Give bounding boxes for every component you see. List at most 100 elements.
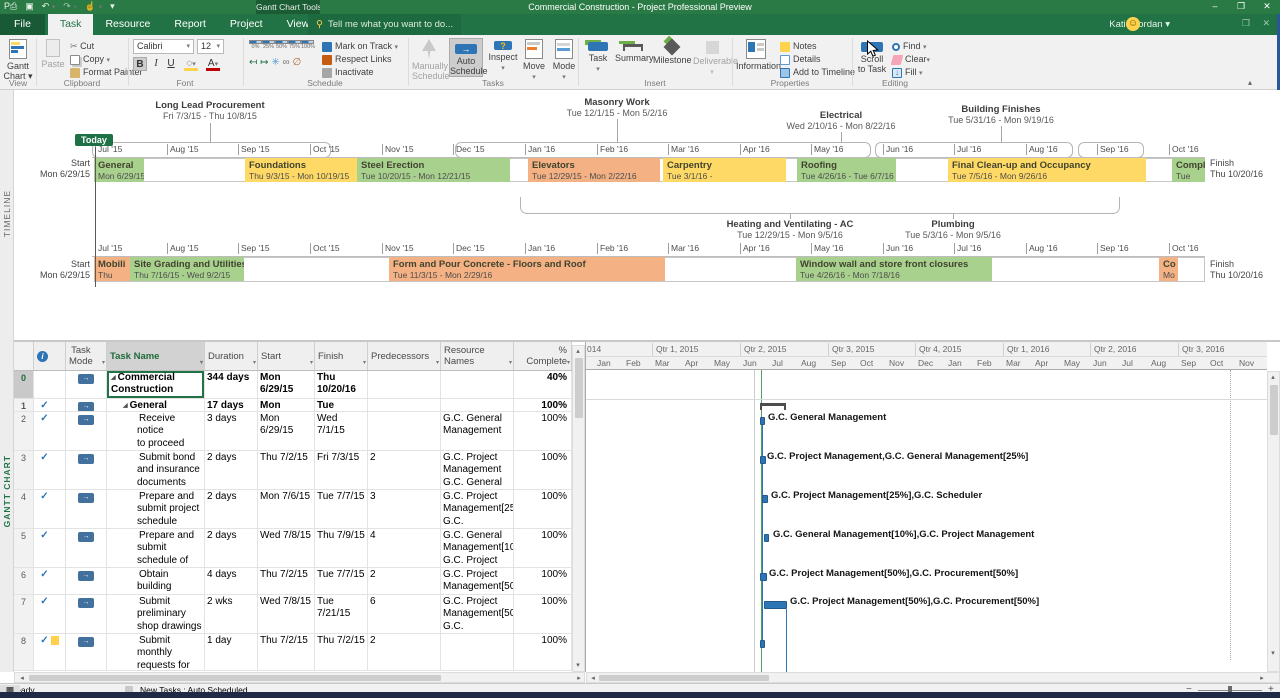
- row-number-cell[interactable]: 0: [14, 371, 34, 398]
- percent-complete-cell[interactable]: 100%: [514, 568, 572, 594]
- predecessors-cell[interactable]: 2: [368, 568, 441, 594]
- duration-cell[interactable]: 17 days: [205, 399, 258, 411]
- percent-complete-button[interactable]: 0%: [249, 40, 262, 50]
- indent-task-icon[interactable]: ↦: [260, 57, 268, 68]
- task-name-cell[interactable]: Prepare and submit project schedule: [107, 490, 205, 528]
- indicators-cell[interactable]: ✓: [34, 412, 66, 450]
- duration-cell[interactable]: 2 days: [205, 529, 258, 567]
- clear-button[interactable]: Clear▾: [892, 53, 930, 65]
- insert-deliverable-button[interactable]: Deliverable▾: [693, 38, 731, 78]
- header-resource-names[interactable]: Resource Names▾: [441, 342, 514, 370]
- details-button[interactable]: Details: [780, 53, 821, 65]
- scroll-right-icon[interactable]: ▸: [574, 674, 584, 683]
- duration-cell[interactable]: 344 days: [205, 371, 258, 398]
- inactivate-button[interactable]: Inactivate: [322, 66, 374, 78]
- header-indicators[interactable]: i: [34, 342, 66, 370]
- percent-complete-button[interactable]: 25%: [262, 40, 275, 50]
- timeline-callout[interactable]: Long Lead ProcurementFri 7/3/15 - Thu 10…: [90, 100, 330, 121]
- scroll-right-icon[interactable]: ▸: [1257, 674, 1267, 683]
- add-to-timeline-button[interactable]: Add to Timeline: [780, 66, 855, 78]
- gantt-task-bar[interactable]: [760, 417, 765, 425]
- restore-button[interactable]: ❐: [1228, 0, 1254, 13]
- save-icon[interactable]: ▣: [25, 1, 34, 12]
- split-task-icon[interactable]: ✳: [271, 57, 279, 68]
- header-task-mode[interactable]: Task Mode▾: [66, 342, 107, 370]
- task-name-cell[interactable]: ◢General Condition: [107, 399, 205, 411]
- finish-cell[interactable]: Tue 7/7/15: [315, 568, 368, 594]
- header-percent-complete[interactable]: % Complete▾: [514, 342, 572, 370]
- customize-qat-icon[interactable]: ▾: [110, 1, 115, 12]
- header-task-name[interactable]: Task Name▾: [107, 342, 205, 370]
- touch-mode-icon[interactable]: ☝ ▾: [85, 1, 102, 12]
- resource-names-cell[interactable]: G.C. General Management: [441, 412, 514, 450]
- predecessors-cell[interactable]: 2: [368, 634, 441, 670]
- task-mode-cell[interactable]: →: [66, 634, 107, 670]
- cut-button[interactable]: ✂ Cut: [70, 40, 94, 52]
- timeline-bar[interactable]: CarpentryTue 3/1/16 -: [663, 158, 786, 182]
- resource-names-cell[interactable]: G.C. General Management[10 G.C. Project: [441, 529, 514, 567]
- duration-cell[interactable]: 4 days: [205, 568, 258, 594]
- table-vertical-scrollbar[interactable]: ▴ ▾: [572, 345, 585, 672]
- predecessors-cell[interactable]: 2: [368, 451, 441, 489]
- duration-cell[interactable]: 2 days: [205, 451, 258, 489]
- unlink-tasks-icon[interactable]: ∅: [292, 57, 301, 68]
- duration-cell[interactable]: 3 days: [205, 412, 258, 450]
- scroll-left-icon[interactable]: ◂: [588, 674, 598, 683]
- row-number-cell[interactable]: 8: [14, 634, 34, 670]
- expand-triangle-icon[interactable]: ◢: [111, 375, 116, 381]
- outdent-task-icon[interactable]: ↤: [249, 57, 257, 68]
- timeline-bar[interactable]: Final Clean-up and OccupancyTue 7/5/16 -…: [948, 158, 1146, 182]
- row-number-cell[interactable]: 4: [14, 490, 34, 528]
- percent-complete-button[interactable]: 100%: [301, 40, 314, 50]
- resource-names-cell[interactable]: G.C. Project Management G.C. General: [441, 451, 514, 489]
- collapse-ribbon-icon[interactable]: ▴: [1248, 78, 1252, 87]
- header-predecessors[interactable]: Predecessors▾: [368, 342, 441, 370]
- auto-schedule-button[interactable]: →Auto Schedule: [449, 38, 483, 77]
- row-number-cell[interactable]: 6: [14, 568, 34, 594]
- timeline-bar[interactable]: CoMo: [1159, 257, 1178, 281]
- information-button[interactable]: Information: [736, 38, 776, 71]
- resource-names-cell[interactable]: G.C. Project Management[25 G.C. Schedule…: [441, 490, 514, 528]
- resource-names-cell[interactable]: G.C. Project Management[50: [441, 568, 514, 594]
- timeline-bar[interactable]: ElevatorsTue 12/29/15 - Mon 2/22/16: [528, 158, 660, 182]
- percent-complete-cell[interactable]: 40%: [514, 371, 572, 398]
- gantt-task-bar[interactable]: [764, 534, 769, 542]
- indicators-cell[interactable]: ✓: [34, 529, 66, 567]
- italic-button[interactable]: I: [149, 57, 163, 71]
- indicators-cell[interactable]: ✓: [34, 399, 66, 411]
- timeline-callout[interactable]: PlumbingTue 5/3/16 - Mon 9/5/16: [833, 219, 1073, 240]
- gantt-horizontal-scrollbar[interactable]: ◂ ▸: [586, 672, 1280, 683]
- percent-complete-cell[interactable]: 100%: [514, 451, 572, 489]
- resource-names-cell[interactable]: [441, 634, 514, 670]
- bold-button[interactable]: B: [133, 57, 147, 71]
- task-name-cell[interactable]: Prepare and submit schedule of: [107, 529, 205, 567]
- tell-me-box[interactable]: ⚲Tell me what you want to do...: [308, 14, 461, 35]
- gantt-task-bar[interactable]: [760, 640, 765, 648]
- header-finish[interactable]: Finish▾: [315, 342, 368, 370]
- gantt-chart-view-button[interactable]: Gantt Chart ▾: [2, 38, 34, 81]
- indicators-cell[interactable]: ✓: [34, 595, 66, 633]
- timeline-bar[interactable]: ComplTue: [1172, 158, 1205, 182]
- row-number-cell[interactable]: 3: [14, 451, 34, 489]
- gantt-task-bar[interactable]: [760, 573, 767, 581]
- percent-complete-cell[interactable]: 100%: [514, 412, 572, 450]
- header-duration[interactable]: Duration▾: [205, 342, 258, 370]
- underline-button[interactable]: U: [164, 57, 178, 71]
- task-mode-cell[interactable]: →: [66, 399, 107, 411]
- task-mode-cell[interactable]: →: [66, 595, 107, 633]
- timeline-bar[interactable]: FoundationsThu 9/3/15 - Mon 10/19/15: [245, 158, 357, 182]
- task-name-cell[interactable]: Submit bond and insurance documents: [107, 451, 205, 489]
- paste-button[interactable]: Paste: [40, 38, 66, 69]
- start-cell[interactable]: Thu 7/2/15: [258, 451, 315, 489]
- predecessors-cell[interactable]: 4: [368, 529, 441, 567]
- ribbon-tab[interactable]: Resource: [93, 14, 162, 35]
- duration-cell[interactable]: 2 wks: [205, 595, 258, 633]
- start-cell[interactable]: Mon 6/29/15: [258, 412, 315, 450]
- quick-access-toolbar[interactable]: P⎙ ▣ ↶ ▾ ↷ ▾ ☝ ▾ ▾: [4, 1, 115, 12]
- task-mode-cell[interactable]: →: [66, 412, 107, 450]
- mode-button[interactable]: Mode▾: [550, 38, 578, 83]
- task-mode-cell[interactable]: →: [66, 451, 107, 489]
- link-tasks-icon[interactable]: ∞: [283, 57, 290, 68]
- percent-complete-cell[interactable]: 100%: [514, 399, 572, 411]
- scroll-down-icon[interactable]: ▾: [1268, 649, 1278, 658]
